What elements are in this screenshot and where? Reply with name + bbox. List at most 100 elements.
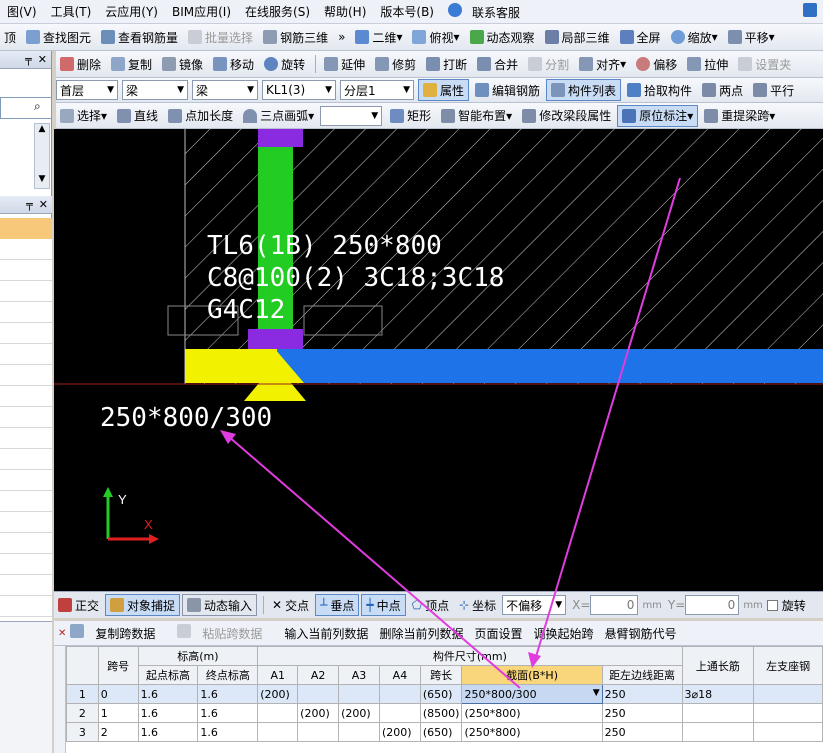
modify-span-button[interactable]: 修改梁段属性: [518, 105, 615, 127]
top-continuous-cell[interactable]: 3⌀18: [681, 684, 755, 704]
select-dropdown[interactable]: 选择 ▾: [56, 105, 111, 127]
component-list-button[interactable]: 构件列表: [546, 79, 622, 101]
close-icon[interactable]: ✕: [39, 198, 48, 211]
end-elev-cell[interactable]: 1.6: [197, 722, 259, 742]
menu-view[interactable]: 图(V): [0, 3, 44, 20]
pin-icon[interactable]: ╤: [25, 53, 32, 66]
arc-option-select[interactable]: ▼: [320, 105, 383, 126]
list-item-selected[interactable]: [0, 218, 52, 239]
break-button[interactable]: 打断: [422, 53, 471, 75]
top-view-dropdown[interactable]: 俯视 ▾: [408, 26, 463, 48]
batch-select-button[interactable]: 批量选择: [184, 26, 257, 48]
pan-dropdown[interactable]: 平移 ▾: [724, 26, 779, 48]
span-cell[interactable]: 2: [97, 722, 139, 742]
annotation-line-1[interactable]: TL6(1B) 250*800: [207, 231, 442, 261]
drawing-canvas[interactable]: TL6(1B) 250*800 C8@100(2) 3C18;3C18 G4C1…: [54, 129, 823, 591]
a1-cell[interactable]: [257, 722, 299, 742]
set-grip-button[interactable]: 设置夹: [734, 53, 795, 75]
a4-cell[interactable]: [378, 703, 421, 723]
extend-button[interactable]: 延伸: [320, 53, 369, 75]
scroll-down-icon[interactable]: ▼: [35, 174, 49, 188]
a2-cell[interactable]: [297, 684, 340, 704]
menu-online[interactable]: 在线服务(S): [238, 3, 317, 20]
mirror-button[interactable]: 镜像: [158, 53, 207, 75]
left-distance-cell[interactable]: 250: [601, 684, 683, 704]
dynamic-view-button[interactable]: 动态观察: [466, 26, 539, 48]
a2-cell[interactable]: [297, 722, 340, 742]
chevron-down-icon[interactable]: ▼: [593, 688, 600, 698]
rebar-quantity-button[interactable]: 查看钢筋量: [97, 26, 182, 48]
span-length-cell[interactable]: (650): [419, 684, 463, 704]
start-elev-cell[interactable]: 1.6: [137, 722, 199, 742]
delete-button[interactable]: 删除: [56, 53, 105, 75]
snap-midpoint[interactable]: ┿ 中点: [361, 594, 406, 616]
fullscreen-button[interactable]: 全屏: [616, 26, 665, 48]
a4-cell[interactable]: (200): [378, 722, 421, 742]
beam-blue[interactable]: [275, 349, 823, 383]
ortho-toggle[interactable]: 正交: [54, 594, 103, 616]
edit-rebar-button[interactable]: 编辑钢筋: [471, 79, 544, 101]
annotation-line-3[interactable]: G4C12: [207, 295, 285, 325]
copy-span-button[interactable]: 复制跨数据: [70, 624, 166, 642]
left-support-cell[interactable]: [753, 703, 823, 723]
table-row[interactable]: 3 2 1.6 1.6 (200) (650) (250*800) 250: [66, 722, 823, 742]
a1-cell[interactable]: (200): [257, 684, 299, 704]
offset-button[interactable]: 偏移: [632, 53, 681, 75]
a3-cell[interactable]: (200): [338, 703, 380, 723]
parallel-button[interactable]: 平行: [749, 79, 798, 101]
type-select[interactable]: 梁 ▼: [192, 80, 258, 100]
page-setup-button[interactable]: 页面设置: [474, 625, 522, 642]
scrollbar[interactable]: ▲ ▼: [34, 123, 50, 189]
delete-column-button[interactable]: 删除当前列数据: [379, 625, 463, 642]
component-list[interactable]: [0, 239, 52, 639]
a3-cell[interactable]: [338, 722, 380, 742]
a1-cell[interactable]: [257, 703, 299, 723]
snap-coordinate[interactable]: ⊹ 坐标: [455, 594, 500, 616]
copy-button[interactable]: 复制: [107, 53, 156, 75]
split-button[interactable]: 分割: [524, 53, 573, 75]
left-distance-cell[interactable]: 250: [601, 722, 683, 742]
rebar-3d-button[interactable]: 钢筋三维: [259, 26, 332, 48]
table-row[interactable]: 2 1 1.6 1.6 (200) (200) (8500) (250*800)…: [66, 703, 823, 723]
dynamic-input-toggle[interactable]: 动态输入: [182, 594, 258, 616]
close-icon[interactable]: ✕: [38, 53, 47, 66]
span-length-cell[interactable]: (8500): [419, 703, 463, 723]
component-select[interactable]: KL1(3) ▼: [262, 80, 336, 100]
stretch-button[interactable]: 拉伸: [683, 53, 732, 75]
object-snap-toggle[interactable]: 对象捕捉: [105, 594, 181, 616]
column-cap-top[interactable]: [258, 129, 303, 147]
left-support-cell[interactable]: [753, 684, 823, 704]
close-icon[interactable]: ✕: [58, 628, 66, 639]
snap-perpendicular[interactable]: ┴ 垂点: [315, 594, 360, 616]
align-dropdown[interactable]: 对齐 ▾: [575, 53, 630, 75]
2d-dropdown[interactable]: 二维 ▾: [351, 26, 406, 48]
menu-cloud[interactable]: 云应用(Y): [98, 3, 165, 20]
two-point-button[interactable]: 两点: [698, 79, 747, 101]
a3-cell[interactable]: [338, 684, 380, 704]
column-cap-bottom[interactable]: [248, 329, 303, 349]
find-element-button[interactable]: 查找图元: [22, 26, 95, 48]
a4-cell[interactable]: [378, 684, 421, 704]
menu-support[interactable]: 联系客服: [441, 2, 534, 21]
section-cell[interactable]: (250*800): [461, 703, 603, 723]
menu-tools[interactable]: 工具(T): [44, 3, 99, 20]
line-button[interactable]: 直线: [113, 105, 162, 127]
start-elev-cell[interactable]: 1.6: [137, 684, 199, 704]
top-continuous-cell[interactable]: [681, 722, 755, 742]
scroll-up-icon[interactable]: ▲: [35, 124, 49, 138]
category-select[interactable]: 梁 ▼: [122, 80, 188, 100]
toolbar-overflow-chevron[interactable]: »: [334, 26, 349, 48]
span-length-cell[interactable]: (650): [419, 722, 463, 742]
beam-support-yellow[interactable]: [185, 349, 277, 383]
span-cell[interactable]: 0: [97, 684, 139, 704]
pick-component-button[interactable]: 拾取构件: [623, 79, 696, 101]
top-continuous-cell[interactable]: [681, 703, 755, 723]
floor-select[interactable]: 首层 ▼: [56, 80, 118, 100]
left-distance-cell[interactable]: 250: [601, 703, 683, 723]
snap-vertex[interactable]: ⬠ 顶点: [408, 594, 453, 616]
pin-icon[interactable]: ╤: [26, 198, 33, 211]
search-icon[interactable]: ⌕: [34, 99, 41, 114]
rectangle-button[interactable]: 矩形: [386, 105, 435, 127]
smart-place-dropdown[interactable]: 智能布置 ▾: [437, 105, 516, 127]
properties-button[interactable]: 属性: [418, 79, 470, 101]
